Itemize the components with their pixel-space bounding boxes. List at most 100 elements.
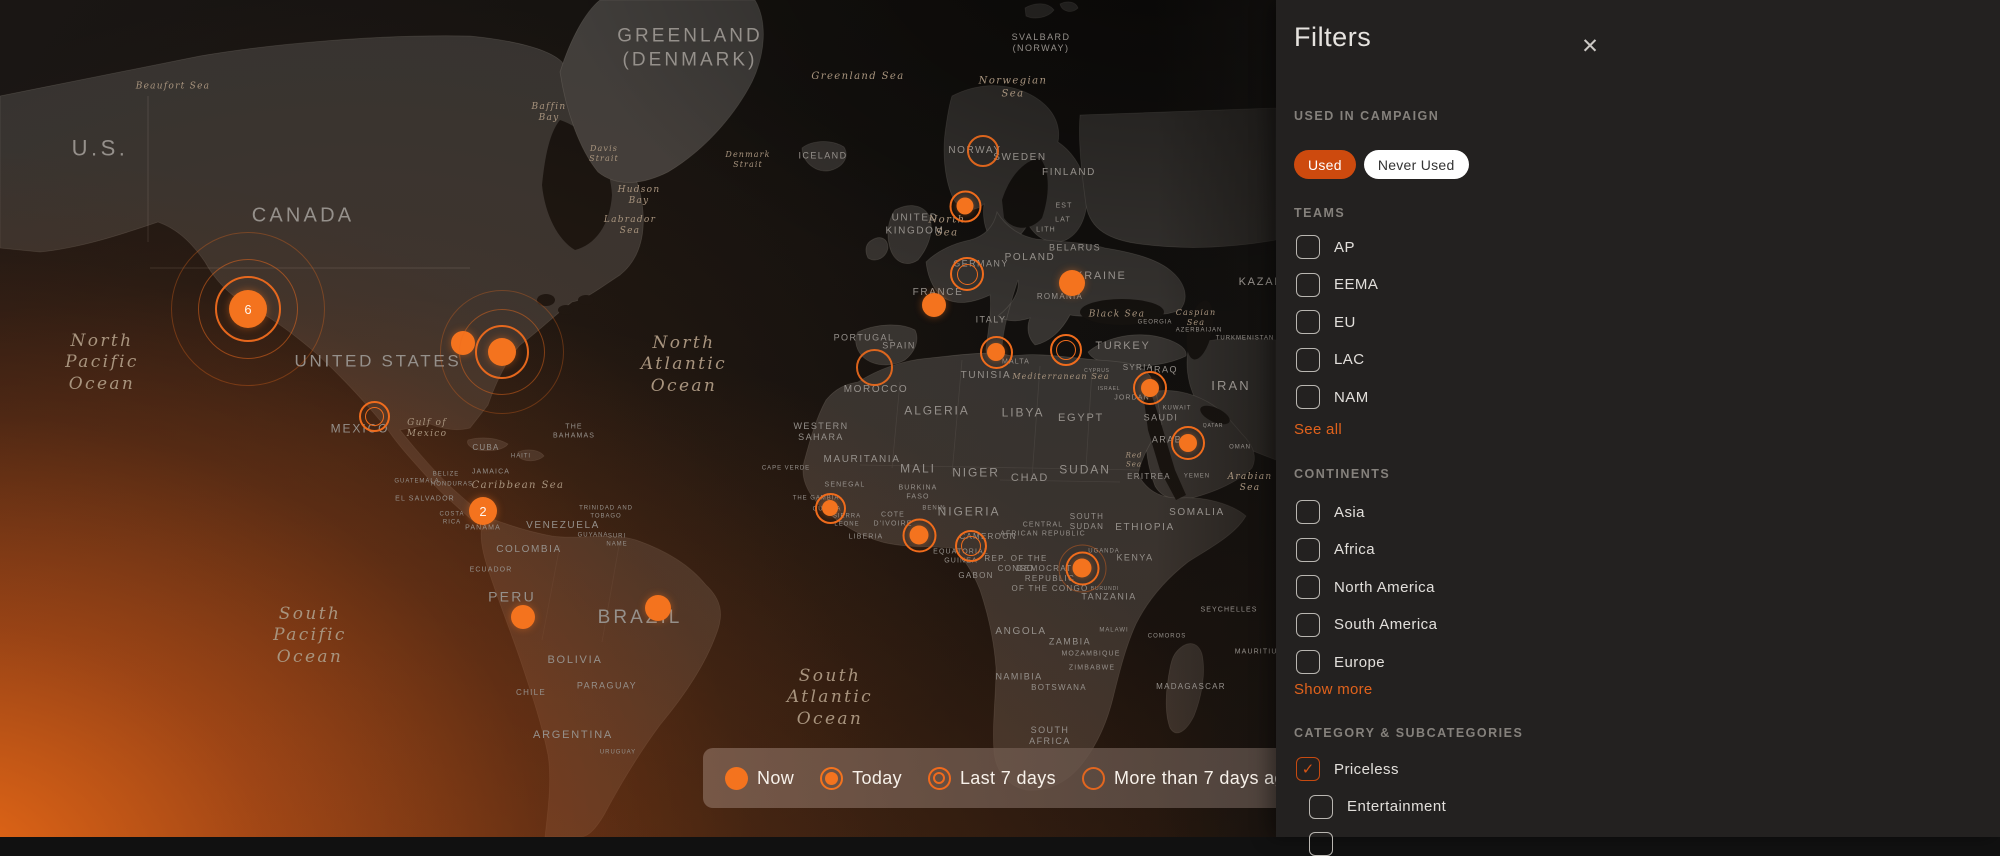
map-marker-cluster[interactable]: 6 — [229, 290, 267, 328]
marker-core — [488, 338, 516, 366]
checkbox-eu[interactable] — [1296, 310, 1320, 334]
checkbox-nam[interactable] — [1296, 385, 1320, 409]
teams-see-all-link[interactable]: See all — [1294, 421, 1342, 438]
marker-core — [910, 526, 929, 545]
marker-core: 2 — [469, 497, 497, 525]
map-marker-now[interactable] — [511, 605, 535, 629]
checkbox-north-america[interactable] — [1296, 575, 1320, 599]
marker-ring — [967, 135, 999, 167]
option-label: EEMA — [1334, 276, 1378, 293]
checkbox-eema[interactable] — [1296, 273, 1320, 297]
map-marker-today[interactable] — [910, 526, 929, 545]
legend-item-today: Today — [820, 767, 902, 790]
continent-option-asia[interactable]: Asia — [1296, 500, 1437, 524]
marker-ring — [961, 536, 981, 556]
map-marker-now[interactable] — [922, 293, 946, 317]
option-label: Entertainment — [1347, 798, 1446, 815]
marker-core — [1059, 270, 1085, 296]
continent-option-south-america[interactable]: South America — [1296, 613, 1437, 637]
section-heading-continents: CONTINENTS — [1294, 467, 1390, 481]
team-option-ap[interactable]: AP — [1296, 235, 1378, 259]
team-option-lac[interactable]: LAC — [1296, 348, 1378, 372]
option-label: Europe — [1334, 654, 1385, 671]
map-marker-pulse[interactable] — [488, 338, 516, 366]
checkbox-lac[interactable] — [1296, 348, 1320, 372]
world-map[interactable]: U.S.CANADAUNITED STATESGREENLAND (Denmar… — [0, 0, 1276, 837]
continents-options: Asia Africa North America South America Euro… — [1296, 500, 1437, 674]
section-heading-teams: TEAMS — [1294, 206, 1345, 220]
legend-label: More than 7 days ago — [1114, 768, 1276, 789]
category-option-blank[interactable] — [1309, 832, 1446, 856]
checkbox-priceless[interactable]: ✓ — [1296, 757, 1320, 781]
map-marker-cluster[interactable]: 2 — [469, 497, 497, 525]
marker-core — [957, 198, 974, 215]
filters-panel: Filters ✕ USED IN CAMPAIGN Used Never Use… — [1276, 0, 2000, 837]
marker-core — [645, 595, 671, 621]
legend-last7-icon — [928, 767, 951, 790]
marker-core — [1141, 379, 1159, 397]
map-marker-today[interactable] — [1073, 559, 1092, 578]
checkbox-europe[interactable] — [1296, 650, 1320, 674]
checkbox-entertainment[interactable] — [1309, 795, 1333, 819]
section-heading-categories: CATEGORY & SUBCATEGORIES — [1294, 726, 1523, 740]
time-legend-items: Now Today Last 7 days More than 7 days ago — [725, 767, 1276, 790]
continent-option-africa[interactable]: Africa — [1296, 538, 1437, 562]
legend-today-icon — [820, 767, 843, 790]
marker-core — [511, 605, 535, 629]
map-marker-today[interactable] — [957, 198, 974, 215]
team-option-eu[interactable]: EU — [1296, 310, 1378, 334]
map-marker-today[interactable] — [1179, 434, 1197, 452]
marker-ring — [365, 407, 384, 426]
option-label: South America — [1334, 616, 1437, 633]
team-option-nam[interactable]: NAM — [1296, 385, 1378, 409]
filters-panel-title: Filters — [1294, 22, 1371, 53]
legend-label: Last 7 days — [960, 768, 1056, 789]
checkbox-blank[interactable] — [1309, 832, 1333, 856]
used-in-campaign-pills: Used Never Used — [1294, 150, 1469, 179]
team-option-eema[interactable]: EEMA — [1296, 273, 1378, 297]
option-label: EU — [1334, 314, 1356, 331]
map-marker-today[interactable] — [987, 343, 1005, 361]
continents-show-more-link[interactable]: Show more — [1294, 681, 1373, 698]
map-marker-now[interactable] — [645, 595, 671, 621]
section-heading-used-in-campaign: USED IN CAMPAIGN — [1294, 109, 1439, 123]
option-label: Priceless — [1334, 761, 1399, 778]
marker-core — [1073, 559, 1092, 578]
checkbox-south-america[interactable] — [1296, 613, 1320, 637]
option-label: Asia — [1334, 504, 1365, 521]
legend-now-icon — [725, 767, 748, 790]
continent-option-north-america[interactable]: North America — [1296, 575, 1437, 599]
time-legend: Now Today Last 7 days More than 7 days ago — [703, 748, 1276, 808]
category-option-priceless[interactable]: ✓ Priceless — [1296, 757, 1446, 781]
checkbox-asia[interactable] — [1296, 500, 1320, 524]
map-marker-today[interactable] — [1141, 379, 1159, 397]
marker-ring — [957, 264, 978, 285]
map-marker-today[interactable] — [822, 500, 838, 516]
marker-core: 6 — [229, 290, 267, 328]
category-option-entertainment[interactable]: Entertainment — [1309, 795, 1446, 819]
legend-label: Today — [852, 768, 902, 789]
marker-ring — [1056, 340, 1076, 360]
pill-never-used[interactable]: Never Used — [1364, 150, 1469, 179]
option-label: LAC — [1334, 351, 1365, 368]
marker-core — [1179, 434, 1197, 452]
marker-core — [822, 500, 838, 516]
marker-core — [922, 293, 946, 317]
map-marker-now[interactable] — [1059, 270, 1085, 296]
teams-options: AP EEMA EU LAC NAM — [1296, 235, 1378, 409]
option-label: NAM — [1334, 389, 1369, 406]
option-label: AP — [1334, 239, 1355, 256]
option-label: Africa — [1334, 541, 1375, 558]
categories-options: ✓ Priceless Entertainment — [1296, 757, 1446, 856]
pill-used[interactable]: Used — [1294, 150, 1356, 179]
legend-item-more-than-7-days-ago: More than 7 days ago — [1082, 767, 1276, 790]
marker-ring — [856, 349, 893, 386]
world-map-landmasses — [0, 0, 1276, 837]
continent-option-europe[interactable]: Europe — [1296, 650, 1437, 674]
close-icon[interactable]: ✕ — [1576, 32, 1604, 60]
checkbox-africa[interactable] — [1296, 538, 1320, 562]
checkbox-ap[interactable] — [1296, 235, 1320, 259]
campaign-map-app: { "colors": { "accent": "#f4731e", "ring… — [0, 0, 2000, 837]
legend-item-last-7-days: Last 7 days — [928, 767, 1056, 790]
legend-item-now: Now — [725, 767, 794, 790]
